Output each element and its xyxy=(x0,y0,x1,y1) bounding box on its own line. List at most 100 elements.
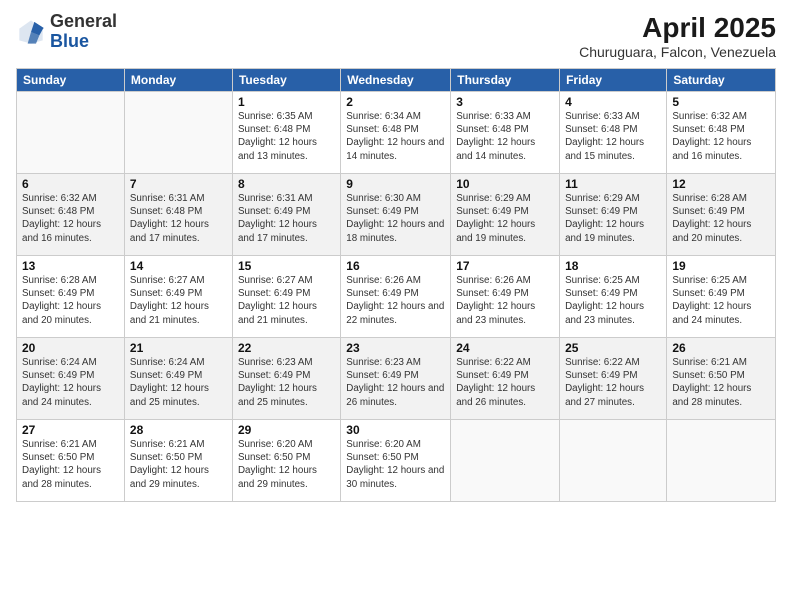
day-number: 14 xyxy=(130,259,227,273)
logo-icon xyxy=(16,17,46,47)
day-number: 10 xyxy=(456,177,554,191)
table-cell: 3Sunrise: 6:33 AM Sunset: 6:48 PM Daylig… xyxy=(451,92,560,174)
table-cell: 6Sunrise: 6:32 AM Sunset: 6:48 PM Daylig… xyxy=(17,174,125,256)
day-info: Sunrise: 6:26 AM Sunset: 6:49 PM Dayligh… xyxy=(346,274,445,327)
table-cell: 16Sunrise: 6:26 AM Sunset: 6:49 PM Dayli… xyxy=(341,256,451,338)
day-number: 11 xyxy=(565,177,661,191)
day-info: Sunrise: 6:23 AM Sunset: 6:49 PM Dayligh… xyxy=(238,356,335,409)
header-saturday: Saturday xyxy=(667,69,776,92)
logo-general: General xyxy=(50,11,117,31)
table-cell: 5Sunrise: 6:32 AM Sunset: 6:48 PM Daylig… xyxy=(667,92,776,174)
day-number: 23 xyxy=(346,341,445,355)
calendar-row: 13Sunrise: 6:28 AM Sunset: 6:49 PM Dayli… xyxy=(17,256,776,338)
table-cell: 11Sunrise: 6:29 AM Sunset: 6:49 PM Dayli… xyxy=(560,174,667,256)
day-info: Sunrise: 6:29 AM Sunset: 6:49 PM Dayligh… xyxy=(565,192,661,245)
day-number: 26 xyxy=(672,341,770,355)
table-cell xyxy=(667,420,776,502)
header-thursday: Thursday xyxy=(451,69,560,92)
day-number: 1 xyxy=(238,95,335,109)
table-cell: 30Sunrise: 6:20 AM Sunset: 6:50 PM Dayli… xyxy=(341,420,451,502)
table-cell: 7Sunrise: 6:31 AM Sunset: 6:48 PM Daylig… xyxy=(124,174,232,256)
day-number: 15 xyxy=(238,259,335,273)
day-info: Sunrise: 6:30 AM Sunset: 6:49 PM Dayligh… xyxy=(346,192,445,245)
table-cell: 20Sunrise: 6:24 AM Sunset: 6:49 PM Dayli… xyxy=(17,338,125,420)
day-info: Sunrise: 6:24 AM Sunset: 6:49 PM Dayligh… xyxy=(22,356,119,409)
day-info: Sunrise: 6:25 AM Sunset: 6:49 PM Dayligh… xyxy=(565,274,661,327)
table-cell: 25Sunrise: 6:22 AM Sunset: 6:49 PM Dayli… xyxy=(560,338,667,420)
day-info: Sunrise: 6:29 AM Sunset: 6:49 PM Dayligh… xyxy=(456,192,554,245)
table-cell: 28Sunrise: 6:21 AM Sunset: 6:50 PM Dayli… xyxy=(124,420,232,502)
day-info: Sunrise: 6:20 AM Sunset: 6:50 PM Dayligh… xyxy=(346,438,445,491)
table-cell: 4Sunrise: 6:33 AM Sunset: 6:48 PM Daylig… xyxy=(560,92,667,174)
table-cell: 24Sunrise: 6:22 AM Sunset: 6:49 PM Dayli… xyxy=(451,338,560,420)
table-cell: 26Sunrise: 6:21 AM Sunset: 6:50 PM Dayli… xyxy=(667,338,776,420)
day-info: Sunrise: 6:35 AM Sunset: 6:48 PM Dayligh… xyxy=(238,110,335,163)
logo-text: General Blue xyxy=(50,12,117,52)
day-info: Sunrise: 6:22 AM Sunset: 6:49 PM Dayligh… xyxy=(456,356,554,409)
table-cell: 10Sunrise: 6:29 AM Sunset: 6:49 PM Dayli… xyxy=(451,174,560,256)
day-info: Sunrise: 6:23 AM Sunset: 6:49 PM Dayligh… xyxy=(346,356,445,409)
table-cell: 9Sunrise: 6:30 AM Sunset: 6:49 PM Daylig… xyxy=(341,174,451,256)
day-number: 22 xyxy=(238,341,335,355)
day-info: Sunrise: 6:33 AM Sunset: 6:48 PM Dayligh… xyxy=(565,110,661,163)
title-month: April 2025 xyxy=(579,12,776,44)
header: General Blue April 2025 Churuguara, Falc… xyxy=(16,12,776,60)
day-number: 12 xyxy=(672,177,770,191)
day-info: Sunrise: 6:26 AM Sunset: 6:49 PM Dayligh… xyxy=(456,274,554,327)
day-info: Sunrise: 6:27 AM Sunset: 6:49 PM Dayligh… xyxy=(130,274,227,327)
day-number: 9 xyxy=(346,177,445,191)
table-cell: 2Sunrise: 6:34 AM Sunset: 6:48 PM Daylig… xyxy=(341,92,451,174)
day-number: 30 xyxy=(346,423,445,437)
table-cell xyxy=(124,92,232,174)
calendar-row: 6Sunrise: 6:32 AM Sunset: 6:48 PM Daylig… xyxy=(17,174,776,256)
table-cell: 8Sunrise: 6:31 AM Sunset: 6:49 PM Daylig… xyxy=(232,174,340,256)
day-info: Sunrise: 6:21 AM Sunset: 6:50 PM Dayligh… xyxy=(672,356,770,409)
day-number: 18 xyxy=(565,259,661,273)
day-number: 5 xyxy=(672,95,770,109)
table-cell: 1Sunrise: 6:35 AM Sunset: 6:48 PM Daylig… xyxy=(232,92,340,174)
day-number: 25 xyxy=(565,341,661,355)
table-cell: 27Sunrise: 6:21 AM Sunset: 6:50 PM Dayli… xyxy=(17,420,125,502)
day-number: 7 xyxy=(130,177,227,191)
day-info: Sunrise: 6:31 AM Sunset: 6:48 PM Dayligh… xyxy=(130,192,227,245)
day-number: 8 xyxy=(238,177,335,191)
day-info: Sunrise: 6:25 AM Sunset: 6:49 PM Dayligh… xyxy=(672,274,770,327)
day-number: 16 xyxy=(346,259,445,273)
day-number: 19 xyxy=(672,259,770,273)
table-cell: 19Sunrise: 6:25 AM Sunset: 6:49 PM Dayli… xyxy=(667,256,776,338)
header-sunday: Sunday xyxy=(17,69,125,92)
table-cell xyxy=(17,92,125,174)
day-info: Sunrise: 6:27 AM Sunset: 6:49 PM Dayligh… xyxy=(238,274,335,327)
day-info: Sunrise: 6:21 AM Sunset: 6:50 PM Dayligh… xyxy=(130,438,227,491)
day-info: Sunrise: 6:20 AM Sunset: 6:50 PM Dayligh… xyxy=(238,438,335,491)
day-info: Sunrise: 6:32 AM Sunset: 6:48 PM Dayligh… xyxy=(672,110,770,163)
header-friday: Friday xyxy=(560,69,667,92)
header-wednesday: Wednesday xyxy=(341,69,451,92)
calendar-row: 20Sunrise: 6:24 AM Sunset: 6:49 PM Dayli… xyxy=(17,338,776,420)
day-number: 3 xyxy=(456,95,554,109)
day-number: 28 xyxy=(130,423,227,437)
day-number: 2 xyxy=(346,95,445,109)
logo-blue: Blue xyxy=(50,31,89,51)
day-number: 6 xyxy=(22,177,119,191)
page: General Blue April 2025 Churuguara, Falc… xyxy=(0,0,792,612)
header-monday: Monday xyxy=(124,69,232,92)
day-number: 24 xyxy=(456,341,554,355)
day-number: 21 xyxy=(130,341,227,355)
day-info: Sunrise: 6:34 AM Sunset: 6:48 PM Dayligh… xyxy=(346,110,445,163)
table-cell: 12Sunrise: 6:28 AM Sunset: 6:49 PM Dayli… xyxy=(667,174,776,256)
table-cell: 23Sunrise: 6:23 AM Sunset: 6:49 PM Dayli… xyxy=(341,338,451,420)
table-cell: 14Sunrise: 6:27 AM Sunset: 6:49 PM Dayli… xyxy=(124,256,232,338)
day-info: Sunrise: 6:21 AM Sunset: 6:50 PM Dayligh… xyxy=(22,438,119,491)
table-cell: 13Sunrise: 6:28 AM Sunset: 6:49 PM Dayli… xyxy=(17,256,125,338)
title-location: Churuguara, Falcon, Venezuela xyxy=(579,44,776,60)
calendar-row: 1Sunrise: 6:35 AM Sunset: 6:48 PM Daylig… xyxy=(17,92,776,174)
table-cell: 22Sunrise: 6:23 AM Sunset: 6:49 PM Dayli… xyxy=(232,338,340,420)
table-cell xyxy=(451,420,560,502)
calendar-row: 27Sunrise: 6:21 AM Sunset: 6:50 PM Dayli… xyxy=(17,420,776,502)
day-info: Sunrise: 6:22 AM Sunset: 6:49 PM Dayligh… xyxy=(565,356,661,409)
header-tuesday: Tuesday xyxy=(232,69,340,92)
day-number: 20 xyxy=(22,341,119,355)
table-cell: 18Sunrise: 6:25 AM Sunset: 6:49 PM Dayli… xyxy=(560,256,667,338)
table-cell: 21Sunrise: 6:24 AM Sunset: 6:49 PM Dayli… xyxy=(124,338,232,420)
